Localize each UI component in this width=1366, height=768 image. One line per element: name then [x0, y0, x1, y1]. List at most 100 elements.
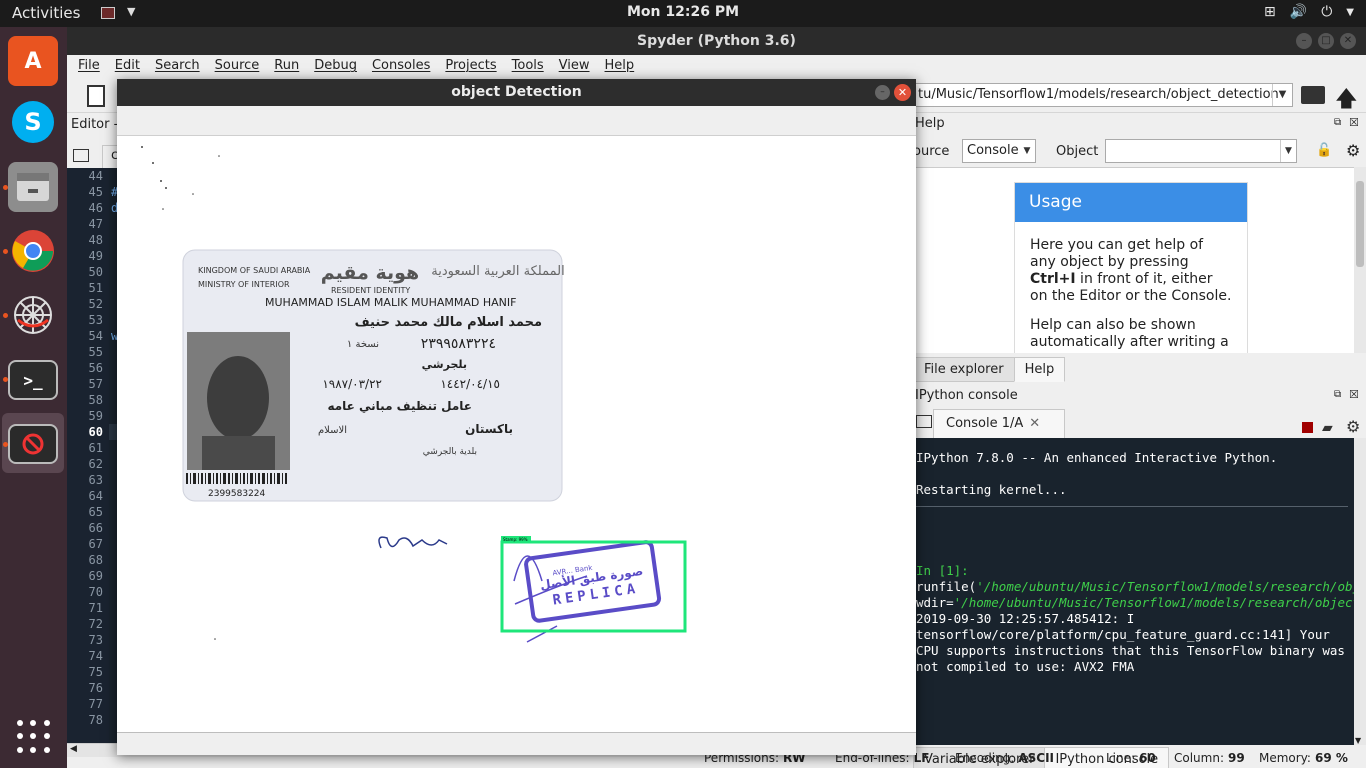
card-copy-ar: نسخة ١ [347, 339, 379, 350]
card-expiry-ar: ١٤٤٢/٠٤/١٥ [440, 377, 500, 391]
undock-icon[interactable]: ⧉ [1334, 389, 1341, 400]
card-barcode [186, 473, 287, 484]
close-pane-icon[interactable]: ☒ [1349, 116, 1359, 129]
line-number: 58 [88, 393, 103, 407]
console-separator [913, 506, 1348, 507]
menu-help[interactable]: Help [605, 55, 642, 77]
close-icon[interactable]: ✕ [1340, 33, 1356, 49]
stop-icon[interactable] [1302, 422, 1313, 433]
card-employer-ar: بلدية بالجرشي [423, 447, 477, 457]
close-pane-icon[interactable]: ☒ [1349, 388, 1359, 401]
help-vertical-scrollbar[interactable] [1354, 167, 1366, 353]
console-banner: IPython 7.8.0 -- An enhanced Interactive… [916, 450, 1278, 465]
gear-icon[interactable]: ⚙ [1346, 417, 1360, 436]
menu-run[interactable]: Run [274, 55, 306, 77]
running-indicator [3, 249, 8, 254]
line-number: 54 [88, 329, 103, 343]
status-value: 69 % [1314, 751, 1348, 765]
new-file-icon[interactable] [87, 85, 105, 107]
help-dock-tabs: File explorer Help [913, 357, 1066, 382]
menu-projects[interactable]: Projects [445, 55, 503, 77]
console-arg: '/home/ubuntu/Music/Tensorflow1/models/r… [976, 579, 1354, 594]
id-card: KINGDOM OF SAUDI ARABIA MINISTRY OF INTE… [182, 249, 565, 502]
volume-icon[interactable]: 🔊 [1290, 4, 1307, 20]
app-menu-icon[interactable] [101, 7, 115, 19]
line-number: 53 [88, 313, 103, 327]
console-kw: wdir= [916, 595, 954, 610]
source-select[interactable]: Console ▼ [962, 139, 1036, 163]
line-number: 44 [88, 169, 103, 183]
chevron-down-icon[interactable]: ▼ [1272, 84, 1292, 106]
power-icon[interactable]: ⏻ [1321, 4, 1332, 20]
show-applications-icon[interactable] [17, 720, 50, 753]
close-icon[interactable]: ✕ [894, 84, 911, 101]
maximize-icon[interactable]: □ [1318, 33, 1334, 49]
replica-stamp: AVR... Bank صورة طبق الأصل REPLICA [513, 540, 662, 643]
menu-view[interactable]: View [559, 55, 597, 77]
lock-icon[interactable]: 🔓 [1316, 143, 1332, 158]
minimize-icon[interactable]: – [1296, 33, 1312, 49]
help-toolbar: ource Console ▼ Object ▼ 🔓 ⚙ [913, 133, 1366, 163]
chevron-down-icon[interactable]: ▼ [1346, 4, 1354, 20]
line-number: 47 [88, 217, 103, 231]
browse-tabs-icon[interactable] [916, 415, 932, 428]
scrollbar-thumb[interactable] [1356, 181, 1364, 267]
undock-icon[interactable]: ⧉ [1334, 117, 1341, 128]
console-prompt: In [1]: [916, 563, 977, 578]
close-tab-icon[interactable]: ✕ [1029, 416, 1040, 431]
line-number: 59 [88, 409, 103, 423]
skype-icon[interactable]: S [8, 97, 58, 147]
tab-help[interactable]: Help [1013, 357, 1066, 382]
status-value: 60 [1139, 751, 1156, 765]
menu-edit[interactable]: Edit [115, 55, 147, 77]
object-input[interactable]: ▼ [1105, 139, 1297, 163]
detection-label: Stamp: 99% [503, 537, 528, 542]
minimize-icon[interactable]: – [875, 85, 890, 100]
menu-consoles[interactable]: Consoles [372, 55, 437, 77]
chrome-icon[interactable] [8, 226, 58, 276]
working-directory-input[interactable]: tu/Music/Tensorflow1/models/research/obj… [913, 83, 1293, 107]
status-value: ASCII [1018, 751, 1055, 765]
tab-console[interactable]: Console 1/A ✕ [933, 409, 1065, 438]
menu-debug[interactable]: Debug [314, 55, 364, 77]
menu-search[interactable]: Search [155, 55, 207, 77]
signature-drawing [378, 536, 448, 549]
line-number: 72 [88, 617, 103, 631]
menu-tools[interactable]: Tools [512, 55, 551, 77]
open-folder-icon[interactable] [1301, 86, 1325, 104]
object-detection-window: object Detection – ✕ KINGDOM OF SAUDI AR… [117, 79, 916, 755]
clock[interactable]: Mon 12:26 PM [0, 4, 1366, 20]
system-tray[interactable]: ⊞ 🔊 ⏻ ▼ [1264, 4, 1354, 20]
card-id-ar: ٢٣٩٩٥٨٣٢٢٤ [421, 336, 496, 352]
status-column: Column: 99 [1174, 751, 1245, 765]
files-icon[interactable] [8, 162, 58, 212]
line-number: 49 [88, 249, 103, 263]
menu-file[interactable]: File [78, 55, 107, 77]
line-number: 63 [88, 473, 103, 487]
line-number: 69 [88, 569, 103, 583]
browse-tabs-icon[interactable] [73, 149, 89, 162]
spyder-app-icon[interactable] [8, 424, 58, 464]
eraser-icon[interactable]: ▰ [1322, 420, 1333, 436]
line-number: 64 [88, 489, 103, 503]
svg-text:S: S [24, 108, 41, 136]
menu-bar: File Edit Search Source Run Debug Consol… [67, 55, 1366, 77]
tab-file-explorer[interactable]: File explorer [913, 357, 1015, 382]
scroll-down-icon[interactable]: ▼ [1355, 736, 1361, 745]
activities-button[interactable]: Activities [12, 4, 80, 22]
spider-web-icon[interactable] [8, 290, 58, 340]
scanned-document: KINGDOM OF SAUDI ARABIA MINISTRY OF INTE… [141, 146, 687, 643]
line-number: 62 [88, 457, 103, 471]
software-center-icon[interactable]: A [8, 36, 58, 86]
console-output[interactable]: IPython 7.8.0 -- An enhanced Interactive… [913, 438, 1354, 745]
card-ministry-text: MINISTRY OF INTERIOR [198, 280, 290, 289]
window-title: Spyder (Python 3.6) [67, 27, 1366, 55]
usage-text-part: Here you can get help of any object by p… [1030, 237, 1204, 270]
console-vertical-scrollbar[interactable]: ▼ [1354, 438, 1366, 745]
menu-source[interactable]: Source [215, 55, 267, 77]
chevron-down-icon[interactable]: ▼ [127, 5, 135, 18]
status-label: Line: [1106, 751, 1136, 765]
network-icon[interactable]: ⊞ [1264, 4, 1276, 20]
gear-icon[interactable]: ⚙ [1346, 141, 1360, 160]
terminal-icon[interactable]: >_ [8, 360, 58, 400]
